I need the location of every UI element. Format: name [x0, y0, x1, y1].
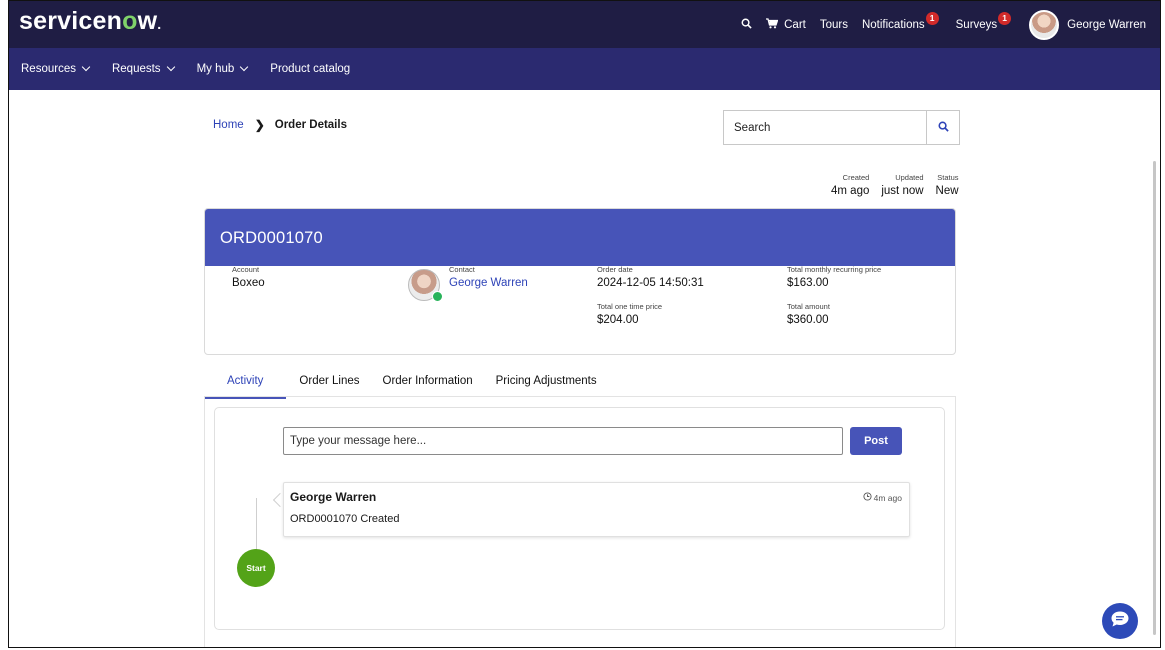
- nav-my-hub[interactable]: My hub: [196, 62, 249, 75]
- updated-label: Updated: [895, 173, 924, 182]
- order-number: ORD0001070: [205, 209, 955, 266]
- cart-label: Cart: [784, 18, 806, 31]
- surveys-link[interactable]: Surveys 1: [955, 12, 1012, 31]
- order-summary-card: ORD0001070 Account Boxeo Contact George …: [204, 208, 956, 355]
- nav-product-catalog-label: Product catalog: [270, 63, 351, 75]
- search-input[interactable]: Search: [724, 111, 926, 144]
- servicenow-logo[interactable]: servicenow.: [19, 7, 161, 36]
- notifications-badge: 1: [925, 12, 939, 25]
- tours-label: Tours: [819, 18, 848, 31]
- timeline-line: [256, 498, 257, 550]
- chevron-right-icon: ❯: [254, 118, 265, 132]
- entry-author: George Warren: [290, 490, 377, 504]
- total-monthly-field: Total monthly recurring price $163.00: [787, 265, 881, 289]
- meta-created: Created 4m ago: [831, 173, 869, 197]
- tours-link[interactable]: Tours: [820, 19, 848, 31]
- account-field: Account Boxeo: [232, 265, 265, 289]
- contact-link[interactable]: George Warren: [449, 277, 528, 289]
- message-input[interactable]: Type your message here...: [283, 427, 843, 455]
- search-button[interactable]: [926, 111, 959, 144]
- total-amount-value: $360.00: [787, 314, 829, 326]
- chevron-down-icon: [166, 62, 175, 72]
- entry-time: 4m ago: [863, 492, 902, 503]
- nav-product-catalog[interactable]: Product catalog: [270, 63, 350, 75]
- user-menu[interactable]: George Warren: [1029, 9, 1146, 40]
- account-value: Boxeo: [232, 277, 265, 289]
- total-amount-field: Total amount $360.00: [787, 302, 830, 326]
- nav-requests-label: Requests: [111, 63, 161, 75]
- nav-resources[interactable]: Resources: [21, 62, 91, 75]
- main-nav: Resources Requests My hub Product catalo…: [9, 48, 1160, 90]
- total-one-time-label: Total one time price: [597, 302, 663, 311]
- record-meta: Created 4m ago Updated just now Status N…: [831, 173, 959, 197]
- chevron-down-icon: [81, 62, 91, 72]
- user-name: George Warren: [1067, 18, 1146, 31]
- total-one-time-field: Total one time price $204.00: [597, 302, 662, 326]
- online-status-icon: [432, 291, 443, 302]
- activity-entry: George Warren ORD0001070 Created 4m ago: [283, 482, 910, 537]
- cart-link[interactable]: Cart: [766, 17, 806, 32]
- cart-icon: [766, 17, 779, 32]
- nav-my-hub-label: My hub: [196, 63, 235, 75]
- top-header: servicenow. Cart Tours Notifications 1 S…: [9, 1, 1160, 48]
- clock-icon: [863, 492, 874, 503]
- post-button[interactable]: Post: [850, 427, 902, 455]
- nav-requests[interactable]: Requests: [111, 62, 175, 75]
- status-label: Status: [937, 173, 959, 182]
- total-one-time-value: $204.00: [597, 314, 639, 326]
- header-actions: Cart Tours Notifications 1 Surveys 1 Geo…: [727, 1, 1146, 48]
- breadcrumb: Home ❯ Order Details: [213, 118, 347, 132]
- notifications-label: Notifications: [861, 18, 925, 31]
- account-label: Account: [232, 265, 260, 274]
- total-monthly-label: Total monthly recurring price: [787, 265, 882, 274]
- notifications-link[interactable]: Notifications 1: [861, 12, 939, 31]
- created-label: Created: [842, 173, 870, 182]
- surveys-badge: 1: [998, 12, 1012, 25]
- meta-status: Status New: [936, 173, 959, 197]
- status-value: New: [935, 185, 959, 197]
- order-date-field: Order date 2024-12-05 14:50:31: [597, 265, 704, 289]
- contact-label: Contact: [449, 265, 475, 274]
- total-monthly-value: $163.00: [787, 277, 829, 289]
- timeline-start-marker: Start: [237, 549, 275, 587]
- contact-field: Contact George Warren: [449, 265, 528, 289]
- user-avatar: [1029, 9, 1060, 40]
- nav-resources-label: Resources: [21, 63, 76, 75]
- total-amount-label: Total amount: [787, 302, 830, 311]
- search-icon: [938, 119, 949, 137]
- breadcrumb-home[interactable]: Home: [213, 119, 244, 131]
- app-frame: servicenow. Cart Tours Notifications 1 S…: [8, 0, 1161, 648]
- page-scrollbar[interactable]: [1153, 161, 1156, 635]
- entry-text: ORD0001070 Created: [290, 513, 400, 525]
- order-date-label: Order date: [597, 265, 633, 274]
- header-search[interactable]: [741, 18, 752, 32]
- chat-button[interactable]: [1102, 603, 1138, 639]
- updated-value: just now: [881, 185, 924, 197]
- created-value: 4m ago: [831, 185, 870, 197]
- search-icon[interactable]: [741, 18, 752, 32]
- entry-time-text: 4m ago: [873, 492, 902, 503]
- breadcrumb-current: Order Details: [274, 119, 347, 131]
- order-date-value: 2024-12-05 14:50:31: [597, 277, 704, 289]
- meta-updated: Updated just now: [881, 173, 923, 197]
- chevron-down-icon: [240, 62, 249, 72]
- search-box: Search: [723, 110, 960, 145]
- surveys-label: Surveys: [955, 18, 998, 31]
- chat-icon: [1110, 610, 1130, 633]
